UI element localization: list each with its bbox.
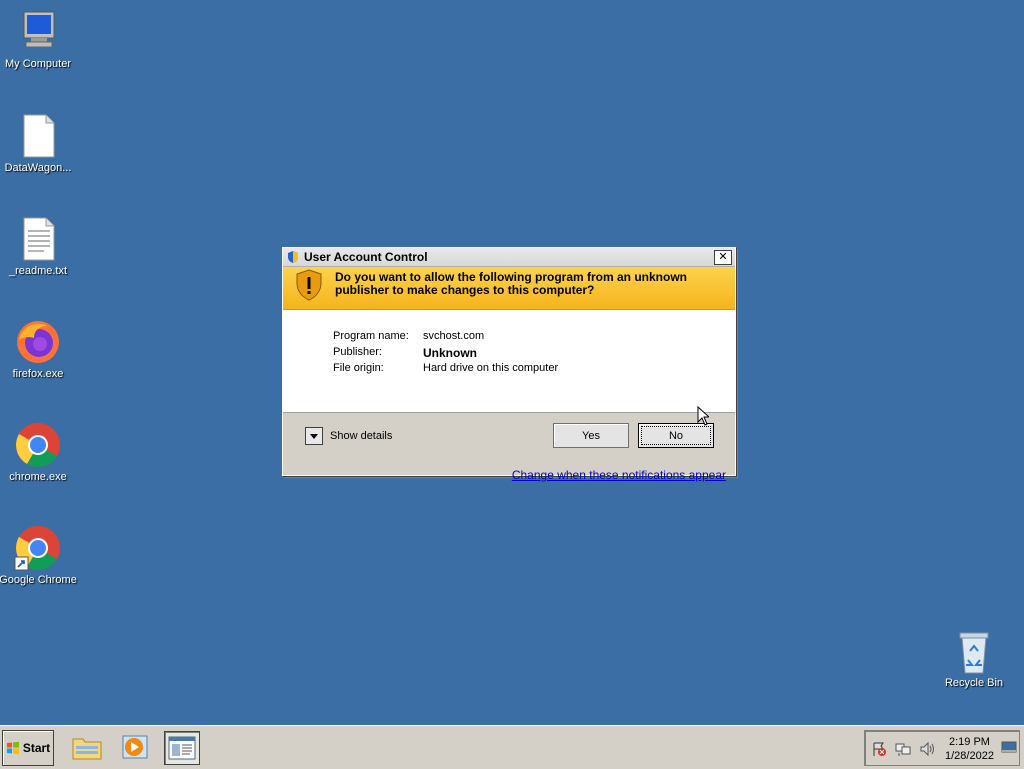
desktop-icon-recycle-bin[interactable]: Recycle Bin bbox=[934, 627, 1014, 689]
close-icon: ✕ bbox=[718, 250, 728, 263]
taskbar-active-window[interactable] bbox=[164, 731, 200, 765]
dialog-titlebar[interactable]: User Account Control ✕ bbox=[283, 248, 735, 267]
info-row-program: Program name: svchost.com bbox=[333, 330, 735, 346]
info-key: Program name: bbox=[333, 330, 409, 342]
chrome-shortcut-icon bbox=[14, 524, 62, 572]
info-row-publisher: Publisher: Unknown bbox=[333, 346, 735, 362]
text-file-icon bbox=[14, 215, 62, 263]
desktop-icon-firefox[interactable]: firefox.exe bbox=[0, 318, 78, 380]
desktop-icon-label: DataWagon... bbox=[4, 162, 72, 174]
action-center-flag-icon[interactable] bbox=[871, 741, 887, 757]
window-icon bbox=[168, 736, 196, 760]
chevron-down-icon bbox=[310, 433, 318, 439]
desktop-icon-label: chrome.exe bbox=[9, 471, 67, 483]
show-details-label[interactable]: Show details bbox=[330, 430, 392, 442]
clock-date: 1/28/2022 bbox=[945, 750, 994, 762]
volume-icon[interactable] bbox=[919, 741, 935, 757]
taskbar: Start 2:19 PM 1/28/2022 bbox=[0, 725, 1024, 769]
recycle-bin-icon bbox=[950, 627, 998, 675]
system-tray: 2:19 PM 1/28/2022 bbox=[864, 730, 1020, 766]
desktop-icon-google-chrome[interactable]: Google Chrome bbox=[0, 524, 78, 586]
yes-button[interactable]: Yes bbox=[553, 423, 629, 448]
uac-shield-icon bbox=[288, 251, 298, 263]
info-key: Publisher: bbox=[333, 346, 382, 358]
dialog-title: User Account Control bbox=[304, 250, 428, 264]
computer-icon bbox=[14, 8, 62, 56]
taskbar-explorer[interactable] bbox=[70, 731, 104, 763]
notification-settings-link[interactable]: Change when these notifications appear bbox=[512, 468, 726, 482]
blank-file-icon bbox=[14, 112, 62, 160]
uac-question: Do you want to allow the following progr… bbox=[335, 270, 687, 297]
windows-logo-icon bbox=[6, 741, 19, 755]
info-row-origin: File origin: Hard drive on this computer bbox=[333, 362, 735, 378]
publisher-value: Unknown bbox=[423, 346, 477, 360]
mouse-cursor-icon bbox=[697, 406, 709, 426]
start-button[interactable]: Start bbox=[2, 730, 54, 766]
show-details-button[interactable] bbox=[305, 427, 323, 445]
desktop-icon-datawagon[interactable]: DataWagon... bbox=[0, 112, 78, 174]
program-info: Program name: svchost.com Publisher: Unk… bbox=[283, 310, 735, 413]
close-button[interactable]: ✕ bbox=[714, 249, 732, 265]
no-button[interactable]: No bbox=[638, 423, 714, 448]
clock[interactable]: 2:19 PM 1/28/2022 bbox=[945, 735, 994, 763]
show-desktop-icon[interactable] bbox=[1001, 739, 1017, 755]
info-key: File origin: bbox=[333, 362, 384, 374]
folder-icon bbox=[72, 738, 102, 760]
start-label: Start bbox=[22, 741, 51, 755]
desktop-icon-label: firefox.exe bbox=[12, 368, 64, 380]
warning-banner: Do you want to allow the following progr… bbox=[283, 267, 735, 310]
file-origin-value: Hard drive on this computer bbox=[423, 362, 559, 374]
dialog-controls: Show details Yes No Change when these no… bbox=[283, 413, 735, 501]
uac-dialog: User Account Control ✕ Do you want to al… bbox=[282, 247, 736, 482]
desktop-icon-readme[interactable]: _readme.txt bbox=[0, 215, 78, 277]
desktop-icon-chrome-exe[interactable]: chrome.exe bbox=[0, 421, 78, 483]
desktop-icon-my-computer[interactable]: My Computer bbox=[0, 8, 78, 70]
media-player-icon bbox=[122, 735, 148, 759]
desktop-icon-label: My Computer bbox=[4, 58, 72, 70]
program-name-value: svchost.com bbox=[423, 330, 485, 342]
chrome-icon bbox=[14, 421, 62, 469]
desktop-icon-label: _readme.txt bbox=[8, 265, 68, 277]
warning-shield-icon bbox=[296, 269, 322, 301]
desktop-icon-label: Recycle Bin bbox=[944, 677, 1004, 689]
network-icon[interactable] bbox=[895, 741, 911, 757]
desktop-icon-label: Google Chrome bbox=[0, 574, 77, 586]
firefox-icon bbox=[14, 318, 62, 366]
taskbar-media-player[interactable] bbox=[118, 731, 152, 763]
clock-time: 2:19 PM bbox=[948, 736, 990, 748]
